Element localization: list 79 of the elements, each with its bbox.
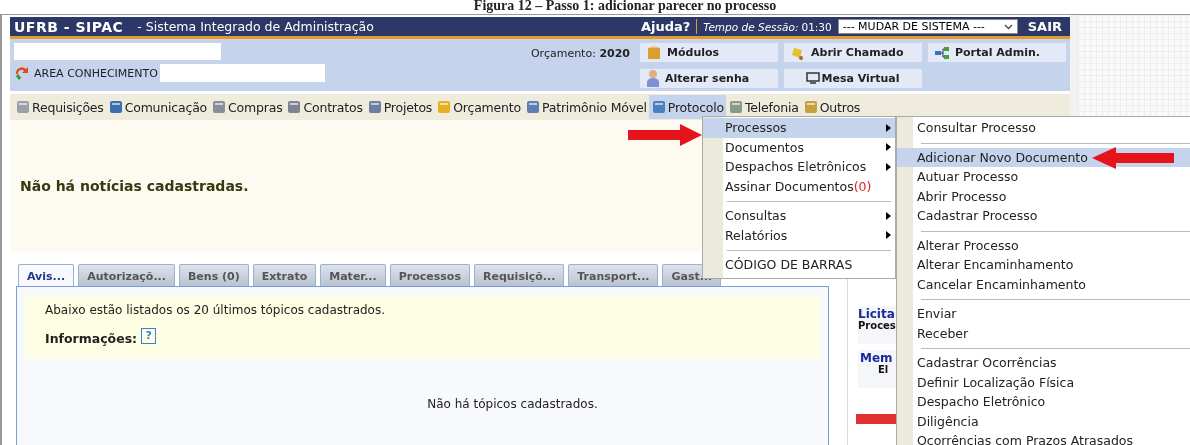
toolbar-button[interactable]: Alterar senha xyxy=(640,68,778,88)
arrow-icon xyxy=(1092,147,1174,169)
menu-icon xyxy=(436,99,453,115)
menu-item[interactable]: Documentos xyxy=(703,137,895,157)
menu-icon xyxy=(15,99,31,115)
menu-item[interactable]: Definir Localização Física xyxy=(897,372,1190,392)
menu-item[interactable]: Cadastrar Processo xyxy=(897,206,1190,226)
help-icon[interactable]: ? xyxy=(141,327,157,344)
tab[interactable]: Mater... xyxy=(320,264,386,286)
menu-item[interactable]: Consultas xyxy=(703,206,895,226)
budget-year: 2020 xyxy=(599,47,630,60)
toolbar-button[interactable]: Mesa Virtual xyxy=(784,68,922,88)
menu-icon xyxy=(286,99,303,115)
toolbar-button[interactable]: Módulos xyxy=(640,43,778,62)
banner-bar xyxy=(856,414,896,424)
tab[interactable]: Avis... xyxy=(18,264,75,286)
tab[interactable]: Autorizaçõ... xyxy=(78,264,175,286)
menu-bar-item[interactable]: Compras xyxy=(209,95,285,119)
refresh-icon xyxy=(14,66,30,80)
area-label: AREA CONHECIMENTO xyxy=(34,66,158,80)
user-icon xyxy=(646,69,660,87)
menu-bar-item[interactable]: Projetos xyxy=(364,95,435,119)
menu-bar-item[interactable]: Contratos xyxy=(284,95,365,119)
info-label: Informações: xyxy=(45,331,138,346)
network-icon xyxy=(934,45,950,60)
toolbar-button[interactable]: Portal Admin. xyxy=(928,43,1066,62)
arrow-icon xyxy=(628,124,702,146)
menu-item[interactable]: Abrir Processo xyxy=(897,186,1190,206)
menu-item[interactable]: Alterar Encaminhamento xyxy=(897,255,1190,275)
menu-bar-item[interactable]: Orçamento xyxy=(434,95,523,119)
budget-label: Orçamento: xyxy=(530,47,596,60)
menu-icon xyxy=(728,99,744,115)
system-name: UFRB - SIPAC xyxy=(14,18,124,35)
system-subtitle: - Sistema Integrado de Administração xyxy=(137,19,374,34)
menu-bar-item[interactable]: Telefonia xyxy=(726,95,801,119)
menu-bar-item[interactable]: Outros xyxy=(800,95,863,119)
menu-item[interactable]: Consultar Processo xyxy=(897,118,1190,138)
system-select[interactable]: --- MUDAR DE SISTEMA --- xyxy=(837,19,1018,34)
menu-item[interactable]: Relatórios xyxy=(703,225,895,245)
menu-icon xyxy=(366,99,383,115)
menu-item[interactable]: Ocorrências com Prazos Atrasados xyxy=(897,431,1190,445)
session-label: Tempo de Sessão: xyxy=(703,20,799,33)
figure-caption: Figura 12 – Passo 1: adicionar parecer no processo xyxy=(472,0,778,14)
menu-icon xyxy=(650,99,667,115)
menu-item[interactable]: Processos xyxy=(703,118,895,138)
session-time: 01:30 xyxy=(801,20,832,33)
menu-item[interactable]: Autuar Processo xyxy=(897,167,1190,187)
menu-item[interactable]: Assinar Documentos(0) xyxy=(703,176,895,196)
tab[interactable]: Bens (0) xyxy=(178,264,249,286)
menu-icon xyxy=(107,99,124,115)
menu-bar-item[interactable]: Patrimônio Móvel xyxy=(522,95,649,119)
news-message: Não há notícias cadastradas. xyxy=(20,178,249,194)
menu-item[interactable]: Alterar Processo xyxy=(897,235,1190,255)
menu-item[interactable]: Cancelar Encaminhamento xyxy=(897,274,1190,294)
menu-item[interactable]: Receber xyxy=(897,323,1190,343)
empty-message: Não há tópicos cadastrados. xyxy=(426,397,599,411)
menu-icon xyxy=(802,99,819,115)
menu-item[interactable]: Diligência xyxy=(897,411,1190,431)
monitor-icon xyxy=(806,72,821,84)
menu-icon xyxy=(211,99,228,115)
menu-bar-item[interactable]: Protocolo xyxy=(648,95,726,119)
shortcut-tile[interactable]: Licita Proces xyxy=(858,306,896,344)
menu-item[interactable]: Despachos Eletrônicos xyxy=(703,157,895,177)
intro-text: Abaixo estão listados os 20 últimos tópicos cadastrados. xyxy=(45,303,386,317)
toolbar-button[interactable]: Abrir Chamado xyxy=(784,43,922,62)
menu-icon xyxy=(524,99,541,115)
menu-bar-item[interactable]: Requisições xyxy=(13,95,106,119)
menu-item[interactable]: Cadastrar Ocorrências xyxy=(897,353,1190,373)
tab[interactable]: Requisiçõ... xyxy=(473,264,565,286)
menu-item[interactable]: Despacho Eletrônico xyxy=(897,392,1190,412)
box-icon xyxy=(646,44,662,61)
tab[interactable]: Transport... xyxy=(568,264,659,286)
chevron-icon xyxy=(1003,23,1013,30)
tab[interactable]: Processos xyxy=(389,264,470,286)
menu-item[interactable]: Enviar xyxy=(897,304,1190,324)
tab[interactable]: Extrato xyxy=(252,264,317,286)
shortcut-tile[interactable]: Mem El xyxy=(858,350,896,388)
help-link[interactable]: Ajuda? xyxy=(640,19,698,34)
menu-bar-item[interactable]: Comunicação xyxy=(105,95,210,119)
